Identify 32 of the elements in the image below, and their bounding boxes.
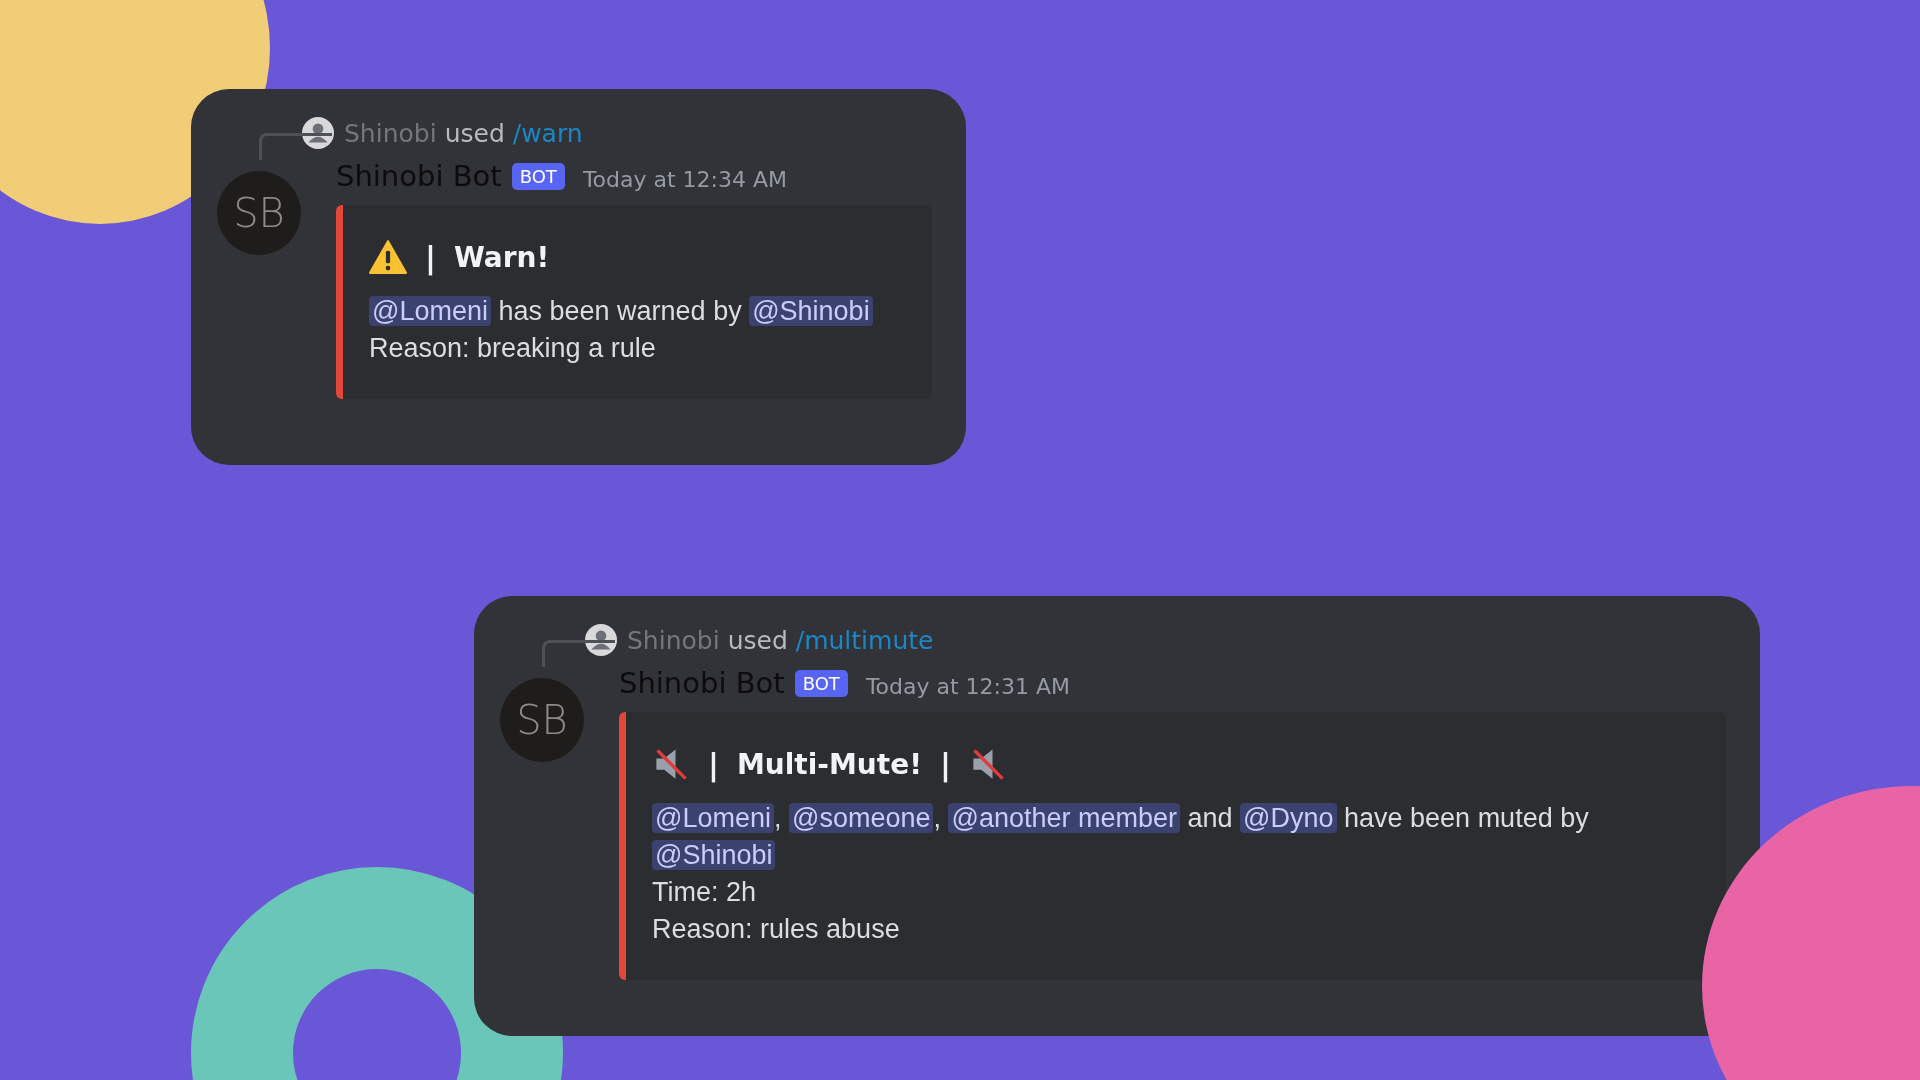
embed-text: Time: 2h	[652, 876, 758, 909]
bot-badge: BOT	[511, 162, 565, 190]
embed-title-text: Warn!	[453, 240, 550, 274]
reply-verb: used	[444, 118, 505, 148]
embed-title-text: |	[708, 746, 719, 782]
user-mention[interactable]: @Lomeni	[652, 803, 774, 833]
user-avatar-icon	[302, 117, 334, 149]
warning-icon	[369, 239, 407, 275]
embed-title-text: |	[939, 746, 951, 782]
timestamp: Today at 12:34 AM	[582, 166, 788, 192]
bot-badge: BOT	[794, 669, 848, 697]
embed-text: @Lomeni, @someone, @another member and @Dyno have been muted by	[652, 800, 1700, 837]
user-mention[interactable]: @Lomeni	[369, 296, 491, 326]
command-link[interactable]: /warn	[512, 118, 583, 148]
user-mention[interactable]: @someone	[789, 803, 934, 833]
user-mention[interactable]: @Shinobi	[652, 840, 776, 870]
reply-verb: used	[727, 625, 788, 655]
embed-text: @Lomeni has been warned by @Shinobi	[369, 293, 906, 330]
reply-user[interactable]: Shinobi	[627, 625, 720, 655]
user-mention[interactable]: @another member	[948, 803, 1180, 833]
embed-title-text: |	[425, 239, 436, 275]
command-link[interactable]: /multimute	[795, 625, 934, 655]
user-avatar-icon	[585, 624, 617, 656]
user-mention[interactable]: @Shinobi	[749, 296, 873, 326]
embed-title-text: Multi-Mute!	[736, 747, 922, 781]
bot-avatar[interactable]: SB	[217, 171, 301, 255]
user-mention[interactable]: @Dyno	[1240, 803, 1337, 833]
bot-avatar[interactable]: SB	[500, 678, 584, 762]
reply-user[interactable]: Shinobi	[344, 118, 437, 148]
embed-text: Reason: rules abuse	[652, 913, 901, 946]
embed-text: Reason: breaking a rule	[369, 332, 657, 365]
timestamp: Today at 12:31 AM	[865, 673, 1071, 699]
